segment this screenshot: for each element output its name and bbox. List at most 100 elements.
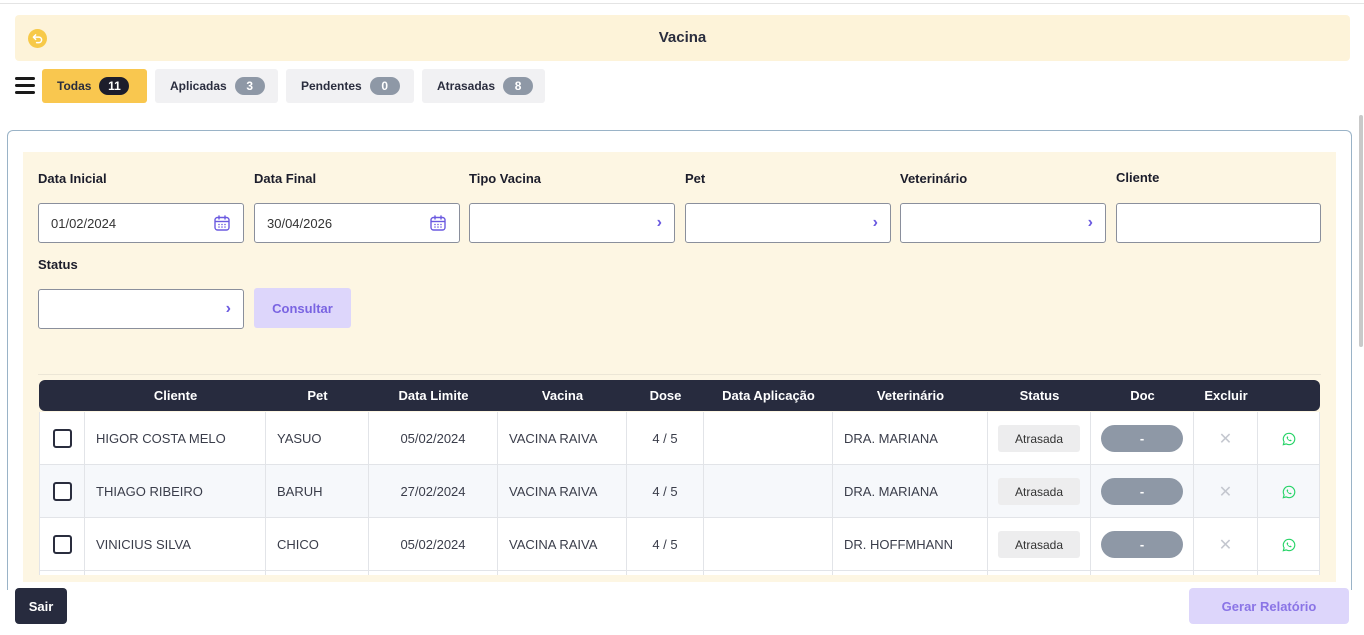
status-cell: Atrasada [988,518,1091,571]
column-header: Vacina [541,388,584,403]
row-select-cell [39,412,85,465]
whatsapp-icon[interactable] [1281,432,1296,446]
cliente-cell: HIGOR COSTA MELO [85,412,266,465]
doc-button[interactable]: - [1101,531,1183,558]
doc-cell: - [1091,518,1194,571]
whatsapp-cell [1258,518,1320,571]
close-icon[interactable]: ✕ [1219,482,1232,502]
row-cell [1091,571,1194,575]
tipo-vacina-select[interactable]: › [469,203,675,243]
calendar-icon[interactable] [429,214,447,232]
whatsapp-icon[interactable] [1281,538,1296,552]
status-select[interactable]: › [38,289,244,329]
tab-count-badge: 11 [99,77,130,95]
doc-button[interactable]: - [1101,478,1183,505]
status-label: Status [38,257,78,272]
veterinario-cell: DRA. MARIANA [833,465,988,518]
data-inicial-value: 01/02/2024 [51,215,117,231]
row-cell [39,571,85,575]
divider [38,374,1321,375]
tab-label: Pendentes [301,79,362,93]
tab-count-badge: 0 [369,77,400,95]
row-checkbox[interactable] [52,482,72,501]
tab-count-badge: 8 [503,77,534,95]
veterinario-label: Veterinário [900,171,968,186]
column-header: Status [1019,388,1060,403]
cliente-cell: THIAGO RIBEIRO [85,465,266,518]
pet-select[interactable]: › [685,203,891,243]
data-aplicacao-cell [704,465,833,518]
page-scrollbar[interactable] [1359,115,1363,347]
app-frame: Vacina Todas 11 Aplicadas 3 Pendentes 0 … [0,0,1364,635]
pet-cell: CHICO [266,518,369,571]
row-cell [1194,571,1258,575]
row-select-cell [39,518,85,571]
top-divider [0,3,1364,4]
column-header: Pet [307,388,328,403]
status-badge: Atrasada [998,531,1080,558]
vacina-cell: VACINA RAIVA [498,465,627,518]
tab-atrasadas[interactable]: Atrasadas 8 [422,69,545,103]
data-aplicacao-cell [704,518,833,571]
whatsapp-icon[interactable] [1281,485,1296,499]
row-checkbox[interactable] [52,429,72,448]
excluir-cell: ✕ [1194,518,1258,571]
status-badge: Atrasada [998,478,1080,505]
whatsapp-cell [1258,412,1320,465]
row-cell [704,571,833,575]
tab-pendentes[interactable]: Pendentes 0 [286,69,414,103]
gerar-relatorio-button[interactable]: Gerar Relatório [1189,588,1349,624]
excluir-cell: ✕ [1194,412,1258,465]
row-cell [1258,571,1320,575]
table-row: VINICIUS SILVA CHICO 05/02/2024 VACINA R… [39,518,1320,571]
data-final-value: 30/04/2026 [267,215,333,231]
data-limite-cell: 05/02/2024 [369,518,498,571]
pet-cell: BARUH [266,465,369,518]
veterinario-cell: DR. HOFFMHANN [833,518,988,571]
table-row: THIAGO RIBEIRO BARUH 27/02/2024 VACINA R… [39,465,1320,518]
doc-cell: - [1091,465,1194,518]
cliente-input[interactable] [1116,203,1321,243]
veterinario-cell: DRA. MARIANA [833,412,988,465]
row-cell [369,571,498,575]
page-header: Vacina [15,15,1350,61]
dose-cell: 4 / 5 [627,465,704,518]
doc-cell: - [1091,412,1194,465]
pet-label: Pet [685,171,706,186]
hamburger-menu-icon[interactable] [15,77,35,95]
data-limite-cell: 27/02/2024 [369,465,498,518]
tab-aplicadas[interactable]: Aplicadas 3 [155,69,278,103]
tab-label: Aplicadas [170,79,227,93]
close-icon[interactable]: ✕ [1219,429,1232,449]
page-title: Vacina [658,29,707,46]
column-header: Doc [1130,388,1155,403]
data-limite-cell: 05/02/2024 [369,412,498,465]
status-cell: Atrasada [988,412,1091,465]
status-badge: Atrasada [998,425,1080,452]
tab-todas[interactable]: Todas 11 [42,69,147,103]
column-header: Data Aplicação [722,388,815,403]
row-cell [833,571,988,575]
table-row-partial [39,571,1320,575]
tipo-vacina-label: Tipo Vacina [469,171,542,186]
sair-button[interactable]: Sair [15,588,67,624]
calendar-icon[interactable] [213,214,231,232]
row-cell [627,571,704,575]
data-inicial-field[interactable]: 01/02/2024 [38,203,244,243]
pet-cell: YASUO [266,412,369,465]
veterinario-select[interactable]: › [900,203,1106,243]
doc-button[interactable]: - [1101,425,1183,452]
consultar-button[interactable]: Consultar [254,288,351,328]
cliente-cell: VINICIUS SILVA [85,518,266,571]
chevron-right-icon: › [872,214,878,231]
data-final-label: Data Final [254,171,317,186]
column-header: Excluir [1204,388,1248,403]
chevron-right-icon: › [656,214,662,231]
row-checkbox[interactable] [52,535,72,554]
row-cell [85,571,266,575]
column-header: Data Limite [398,388,469,403]
row-select-cell [39,465,85,518]
data-final-field[interactable]: 30/04/2026 [254,203,460,243]
close-icon[interactable]: ✕ [1219,535,1232,555]
column-header: Cliente [153,388,198,403]
